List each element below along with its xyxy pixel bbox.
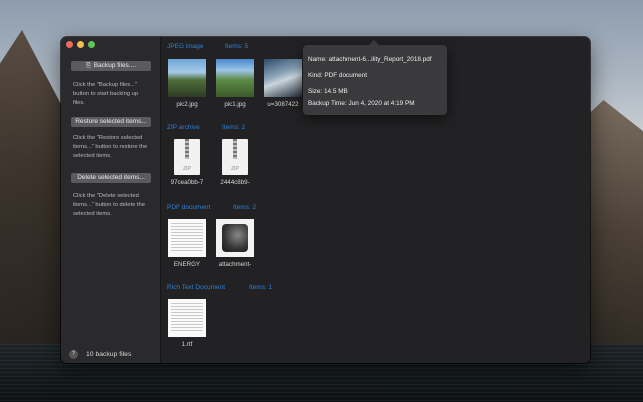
popover-name: Name: attachment-6...ility_Report_2018.p… <box>308 56 432 63</box>
backup-help-text: Click the "Backup files..." button to st… <box>73 82 139 106</box>
close-window-button[interactable] <box>66 41 73 48</box>
rtf-thumbnail <box>168 299 206 337</box>
group-header-zip: ZIP archive Items: 2 <box>167 124 245 131</box>
delete-selected-button-label: Delete selected items... <box>77 174 145 181</box>
file-name: attachment- <box>218 261 252 268</box>
file-item-zip-2444c8b9[interactable]: ZIP 2444c8b9- <box>213 139 257 186</box>
file-name: u=3087422 <box>267 101 299 108</box>
file-item-attachment-pdf[interactable]: attachment- <box>213 219 257 268</box>
popover-size: Size: 14.5 MB <box>308 88 348 95</box>
group-count: Items: 5 <box>225 43 249 50</box>
group-count: Items: 2 <box>222 124 246 131</box>
zip-badge: ZIP <box>183 166 191 172</box>
pdf-thumbnail <box>168 219 206 257</box>
group-count: Items: 2 <box>233 204 257 211</box>
delete-help-text: Click the "Delete selected items..." but… <box>73 193 145 217</box>
popover-kind: Kind: PDF document <box>308 72 367 79</box>
file-name: pic1.jpg <box>224 101 246 108</box>
zip-icon: ZIP <box>222 139 248 175</box>
file-name: ENERGY <box>173 261 201 268</box>
backup-files-button[interactable]: ⎘ Backup files.... <box>71 61 151 71</box>
file-name: 97cea0bb-7 <box>170 179 204 186</box>
sidebar: ⎘ Backup files.... Click the "Backup fil… <box>61 37 161 363</box>
zoom-window-button[interactable] <box>88 41 95 48</box>
photo-thumbnail <box>168 59 206 97</box>
backup-icon: ⎘ <box>85 63 91 69</box>
minimize-window-button[interactable] <box>77 41 84 48</box>
group-header-rtf: Rich Text Document Items: 1 <box>167 284 272 291</box>
delete-selected-button[interactable]: Delete selected items... <box>71 173 151 183</box>
restore-selected-button[interactable]: Restore selected items... <box>71 117 151 127</box>
popover-backup-time: Backup Time: Jun 4, 2020 at 4:19 PM <box>308 100 415 107</box>
photo-thumbnail <box>264 59 302 97</box>
restore-help-text: Click the "Restore selected items..." bu… <box>73 135 148 159</box>
file-info-popover: Name: attachment-6...ility_Report_2018.p… <box>303 40 447 115</box>
file-item-energy-pdf[interactable]: ENERGY <box>165 219 209 268</box>
sidebar-footer: ? 10 backup files <box>69 350 131 359</box>
group-header-pdf: PDF document Items: 2 <box>167 204 256 211</box>
file-item-u3087422[interactable]: u=3087422 <box>261 59 305 108</box>
backup-files-button-label: Backup files.... <box>93 62 137 69</box>
group-header-jpeg: JPEG image Items: 5 <box>167 43 248 50</box>
zip-icon: ZIP <box>174 139 200 175</box>
file-item-pic1[interactable]: pic1.jpg <box>213 59 257 108</box>
restore-selected-button-label: Restore selected items... <box>75 118 147 125</box>
group-title: Rich Text Document <box>167 284 226 291</box>
file-name: 2444c8b9- <box>220 179 250 186</box>
backup-count: 10 backup files <box>86 351 132 358</box>
file-name: pic2.jpg <box>176 101 198 108</box>
photo-thumbnail <box>216 59 254 97</box>
file-name: 1.rtf <box>181 341 193 348</box>
group-count: Items: 1 <box>249 284 273 291</box>
group-title: ZIP archive <box>167 124 200 131</box>
file-item-rtf[interactable]: 1.rtf <box>165 299 209 348</box>
window-controls <box>66 41 95 48</box>
pdf-thumbnail <box>216 219 254 257</box>
zip-badge: ZIP <box>231 166 239 172</box>
group-title: PDF document <box>167 204 211 211</box>
file-item-pic2[interactable]: pic2.jpg <box>165 59 209 108</box>
help-button[interactable]: ? <box>69 350 78 359</box>
group-title: JPEG image <box>167 43 204 50</box>
file-item-zip-97cea0bb[interactable]: ZIP 97cea0bb-7 <box>165 139 209 186</box>
